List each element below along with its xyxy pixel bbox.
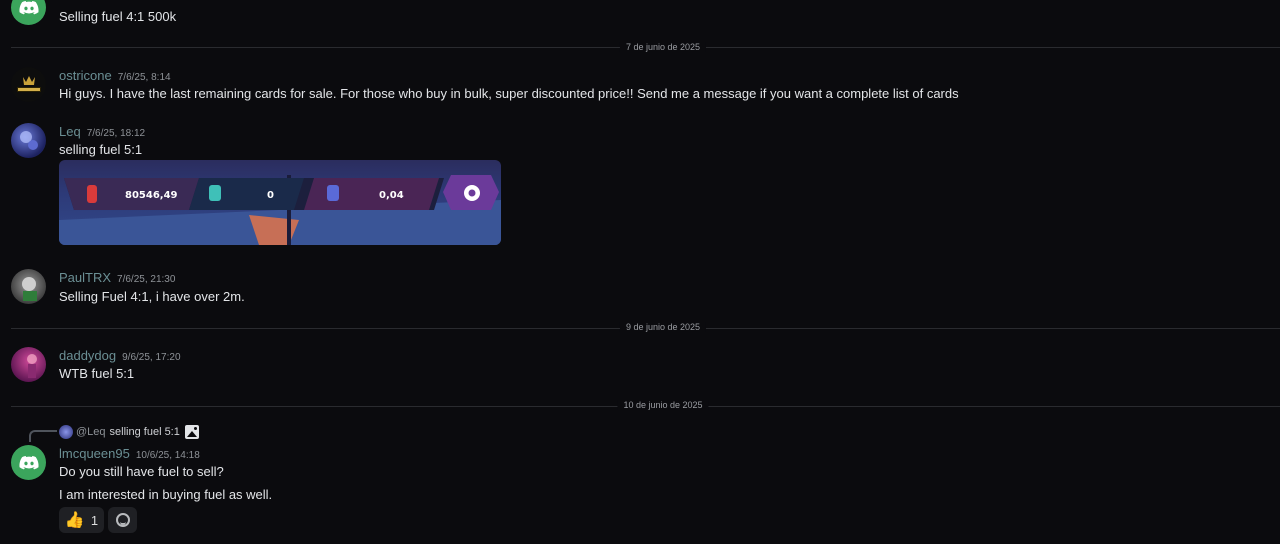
timestamp: 7/6/25, 8:14 (117, 72, 171, 83)
add-reaction-button[interactable] (108, 507, 137, 533)
avatar[interactable] (11, 269, 46, 304)
avatar[interactable] (11, 123, 46, 158)
balance-text: 80546,49 (125, 190, 178, 201)
username[interactable]: daddydog (59, 348, 116, 363)
reply-text: selling fuel 5:1 (109, 426, 180, 438)
avatar[interactable] (11, 0, 46, 25)
message-text: Hi guys. I have the last remaining cards… (59, 86, 959, 101)
timestamp: 7/6/25, 21:30 (117, 274, 176, 285)
message-text: WTB fuel 5:1 (59, 366, 135, 381)
image-icon (184, 425, 199, 439)
username[interactable]: PaulTRX (59, 270, 111, 285)
reply-preview[interactable]: @Leq selling fuel 5:1 (59, 424, 199, 440)
message-text: selling fuel 5:1 (59, 142, 143, 157)
user-figure-icon (27, 354, 37, 378)
username[interactable]: Leq (59, 124, 81, 139)
timestamp: 9/6/25, 17:20 (122, 352, 181, 363)
timestamp: 7/6/25, 18:12 (86, 128, 146, 139)
avatar[interactable] (11, 67, 46, 102)
message-text: Selling fuel 4:1 500k (59, 9, 177, 24)
discord-logo-icon (18, 455, 39, 469)
reply-mention[interactable]: @Leq (76, 426, 106, 438)
thumbs-up-icon: 👍 (64, 512, 85, 529)
attachment-image[interactable]: 80546,49 0 0,04 (59, 160, 501, 245)
smiley-icon (115, 513, 130, 527)
tokens-text: 0,04 (379, 190, 404, 201)
user-face-icon (22, 277, 37, 301)
gems-text: 0 (267, 190, 274, 201)
reaction-thumbs-up[interactable]: 👍 1 (59, 507, 104, 533)
message-header: PaulTRX 7/6/25, 21:30 (59, 269, 175, 287)
reply-connector (29, 430, 57, 442)
game-hud-image: 80546,49 0 0,04 (59, 175, 501, 245)
message-text: Do you still have fuel to sell? (59, 464, 224, 479)
reaction-count: 1 (90, 512, 99, 528)
username[interactable]: ostricone (59, 68, 112, 83)
message-header: daddydog 9/6/25, 17:20 (59, 347, 181, 365)
message-text: Selling Fuel 4:1, i have over 2m. (59, 289, 245, 304)
creature-icon (20, 131, 38, 150)
crown-logo-icon (16, 75, 41, 92)
reply-avatar-icon (59, 425, 73, 439)
discord-logo-icon (18, 0, 39, 14)
date-divider-label: 9 de junio de 2025 (619, 322, 707, 332)
avatar[interactable] (11, 347, 46, 382)
avatar[interactable] (11, 445, 46, 480)
timestamp: 10/6/25, 14:18 (135, 450, 200, 461)
message-header: Leq 7/6/25, 18:12 (59, 123, 145, 141)
message-header: lmcqueen95 10/6/25, 14:18 (59, 445, 200, 463)
message-header: ostricone 7/6/25, 8:14 (59, 67, 171, 85)
date-divider-label: 7 de junio de 2025 (619, 42, 707, 52)
date-divider-label: 10 de junio de 2025 (617, 400, 709, 410)
username[interactable]: lmcqueen95 (59, 446, 130, 461)
message-text: I am interested in buying fuel as well. (59, 487, 273, 502)
